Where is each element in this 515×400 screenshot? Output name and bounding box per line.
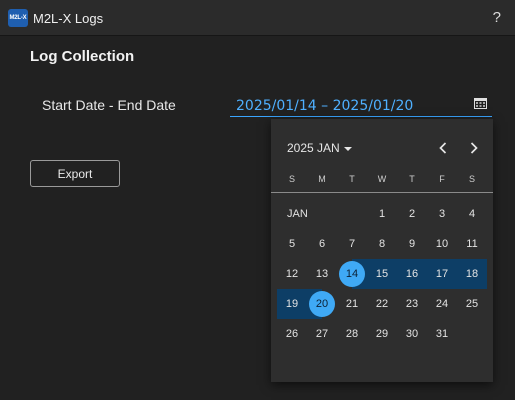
weekday-label: S — [468, 174, 475, 184]
calendar-day[interactable]: 3 — [427, 199, 457, 229]
calendar-icon[interactable] — [474, 98, 487, 109]
calendar-day-number: 22 — [375, 298, 389, 310]
export-button[interactable]: Export — [30, 160, 120, 187]
app-title: M2L-X Logs — [33, 11, 104, 26]
calendar-day[interactable]: 24 — [427, 289, 457, 319]
calendar-day-number: 4 — [468, 208, 476, 220]
calendar-day-number: 13 — [315, 268, 329, 280]
calendar-day[interactable]: 20 — [307, 289, 337, 319]
calendar-day[interactable]: 11 — [457, 229, 487, 259]
calendar-day[interactable]: 4 — [457, 199, 487, 229]
calendar-day[interactable]: 15 — [367, 259, 397, 289]
calendar-day-number: 6 — [318, 238, 326, 250]
calendar-day[interactable]: 22 — [367, 289, 397, 319]
calendar-day-number: 17 — [435, 268, 449, 280]
next-month-button[interactable] — [464, 138, 484, 158]
calendar-day[interactable]: 18 — [457, 259, 487, 289]
weekday-label: M — [318, 174, 326, 184]
chevron-right-icon — [470, 142, 478, 154]
calendar-day[interactable]: 29 — [367, 319, 397, 349]
calendar-day-number: 18 — [465, 268, 479, 280]
calendar-day[interactable]: 25 — [457, 289, 487, 319]
calendar-day[interactable]: 27 — [307, 319, 337, 349]
calendar-day-number: 10 — [435, 238, 449, 250]
calendar-day[interactable]: 2 — [397, 199, 427, 229]
calendar-day[interactable]: 17 — [427, 259, 457, 289]
weekday-label: T — [409, 174, 415, 184]
calendar-day-number: 25 — [465, 298, 479, 310]
weekday-header: S M T W T F S — [277, 174, 487, 184]
calendar-day-number: 3 — [438, 208, 446, 220]
chevron-left-icon — [439, 142, 447, 154]
calendar-day[interactable]: 28 — [337, 319, 367, 349]
calendar-day-number: 19 — [285, 298, 299, 310]
calendar-day[interactable]: 9 — [397, 229, 427, 259]
calendar-day-number: 1 — [378, 208, 386, 220]
calendar-day-number: 12 — [285, 268, 299, 280]
date-range-field[interactable]: 2025/01/14 – 2025/01/20 — [230, 93, 492, 117]
calendar-day-number: 23 — [405, 298, 419, 310]
calendar-day-number: 16 — [405, 268, 419, 280]
calendar-day[interactable]: 10 — [427, 229, 457, 259]
weekday-label: F — [439, 174, 445, 184]
calendar-day-number: 5 — [288, 238, 296, 250]
weekday-label: W — [377, 174, 387, 184]
calendar-day[interactable]: 12 — [277, 259, 307, 289]
calendar-day[interactable]: 21 — [337, 289, 367, 319]
date-picker-popup: 2025 JAN S M T W T F S JAN 1 2 3 4 5 6 7 8 9 10 11… — [271, 119, 493, 382]
calendar-day[interactable]: 16 — [397, 259, 427, 289]
calendar-day-grid: 1 2 3 4 5 6 7 8 9 10 11 12 13 14 15 16 17 18 19 20 21 22 23 24 2… — [277, 199, 487, 349]
calendar-day[interactable]: 1 — [367, 199, 397, 229]
title-bar: M2L-X M2L-X Logs ? — [0, 0, 515, 36]
calendar-day[interactable]: 7 — [337, 229, 367, 259]
date-range-label: Start Date - End Date — [42, 97, 176, 113]
calendar-day-number: 27 — [315, 328, 329, 340]
calendar-day-number: 26 — [285, 328, 299, 340]
calendar-day[interactable]: 23 — [397, 289, 427, 319]
calendar-day[interactable]: 14 — [337, 259, 367, 289]
calendar-day-number: 21 — [345, 298, 359, 310]
help-button[interactable]: ? — [493, 9, 501, 26]
calendar-day[interactable]: 8 — [367, 229, 397, 259]
calendar-day-number: 2 — [408, 208, 416, 220]
calendar-day[interactable]: 26 — [277, 319, 307, 349]
calendar-day[interactable]: 6 — [307, 229, 337, 259]
calendar-day-number: 15 — [375, 268, 389, 280]
calendar-day-number: 29 — [375, 328, 389, 340]
app-logo: M2L-X — [8, 9, 28, 27]
calendar-day[interactable]: 31 — [427, 319, 457, 349]
caret-down-icon — [343, 146, 352, 151]
calendar-day[interactable]: 13 — [307, 259, 337, 289]
calendar-day-number: 24 — [435, 298, 449, 310]
calendar-day-number: 9 — [408, 238, 416, 250]
calendar-day-number: 8 — [378, 238, 386, 250]
calendar-day-number: 11 — [466, 238, 478, 250]
header-divider — [271, 192, 493, 193]
calendar-day-number: 28 — [345, 328, 359, 340]
calendar-day-number: 14 — [345, 268, 359, 280]
month-year-select[interactable]: 2025 JAN — [287, 141, 352, 155]
prev-month-button[interactable] — [433, 138, 453, 158]
calendar-day-number: 7 — [348, 238, 356, 250]
calendar-day[interactable]: 30 — [397, 319, 427, 349]
calendar-day[interactable]: 19 — [277, 289, 307, 319]
calendar-day[interactable]: 5 — [277, 229, 307, 259]
calendar-day-number: 20 — [315, 298, 329, 310]
weekday-label: S — [288, 174, 295, 184]
month-year-label: 2025 JAN — [287, 141, 340, 155]
calendar-day-number: 30 — [405, 328, 419, 340]
date-range-value[interactable]: 2025/01/14 – 2025/01/20 — [236, 98, 413, 114]
calendar-day-number: 31 — [435, 328, 449, 340]
weekday-label: T — [349, 174, 355, 184]
page-title: Log Collection — [30, 48, 135, 65]
